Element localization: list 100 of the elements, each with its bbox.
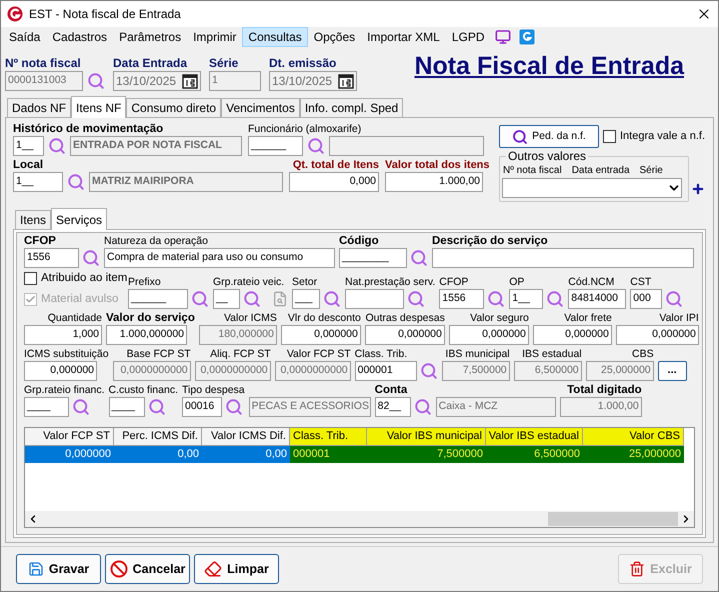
input-field[interactable]: 0,000000	[448, 324, 529, 344]
column-header[interactable]: Perc. ICMS Dif.	[114, 428, 202, 446]
input-field[interactable]	[329, 136, 484, 156]
search-icon[interactable]	[665, 290, 684, 308]
search-icon[interactable]	[48, 137, 66, 155]
tab[interactable]: Vencimentos	[221, 98, 300, 117]
input-field[interactable]: 1__	[13, 172, 63, 192]
input-field[interactable]: ____	[108, 396, 145, 416]
more-button[interactable]: ...	[658, 360, 687, 380]
search-icon[interactable]	[243, 290, 261, 308]
input-field[interactable]	[345, 288, 404, 308]
ped-button[interactable]: Ped. da n.f.	[499, 125, 599, 148]
app-icon[interactable]	[518, 29, 535, 45]
tab[interactable]: Info. compl. Sped	[300, 98, 404, 117]
column-header[interactable]: Valor IBS municipal	[367, 428, 486, 446]
add-icon[interactable]	[691, 182, 705, 196]
search-icon[interactable]	[67, 173, 85, 191]
input-field[interactable]: 1556	[439, 288, 484, 308]
input-field[interactable]: 0,000	[289, 172, 379, 192]
app-logo-icon	[7, 6, 23, 22]
menu-item[interactable]: Cadastros	[46, 27, 114, 47]
search-icon[interactable]	[225, 398, 243, 416]
input-field[interactable]: 0,000000	[24, 360, 97, 380]
field-label: ICMS substituição	[24, 346, 109, 360]
tab[interactable]: Consumo direto	[126, 98, 222, 117]
input-field[interactable]: ______	[128, 288, 188, 308]
field-label: CST	[630, 274, 652, 288]
search-icon[interactable]	[72, 398, 90, 416]
input-field[interactable]: __	[213, 288, 240, 308]
input-field[interactable]: ______	[248, 136, 303, 156]
menu-item[interactable]: Imprimir	[187, 27, 242, 47]
input-field[interactable]: 000	[630, 288, 662, 308]
input-field[interactable]: 1__	[509, 288, 544, 308]
monitor-icon[interactable]	[494, 29, 511, 45]
field-label: Funcionário (almoxarife)	[248, 122, 362, 136]
dropdown[interactable]	[502, 178, 682, 198]
tab[interactable]: Itens NF	[71, 96, 126, 118]
field-label: Valor total dos itens	[385, 158, 490, 172]
input-field[interactable]: 000001	[354, 360, 417, 380]
search-icon[interactable]	[420, 362, 438, 380]
input-field[interactable]: Compra de material para uso ou consumo	[104, 248, 335, 268]
input-field[interactable]: MATRIZ MAIRIPORA	[89, 172, 283, 192]
scrollbar[interactable]	[25, 511, 694, 527]
checkbox[interactable]	[603, 130, 616, 143]
field-label: Data Entrada	[113, 56, 188, 71]
field-label: C.custo financ.	[108, 382, 178, 396]
input-field[interactable]: ___	[292, 288, 320, 308]
column-header[interactable]: Valor ICMS Dif.	[202, 428, 290, 446]
input-field[interactable]: 82__	[374, 396, 411, 416]
search-icon[interactable]	[191, 290, 209, 308]
field-label: CBS	[631, 346, 654, 360]
tab[interactable]: Dados NF	[7, 98, 72, 117]
input-field[interactable]: 0,000000	[364, 324, 445, 344]
input-field[interactable]: 1.000,000000	[106, 324, 187, 344]
search-icon[interactable]	[87, 72, 105, 90]
menu-item[interactable]: Consultas	[242, 27, 308, 47]
search-icon[interactable]	[323, 290, 341, 308]
search-icon[interactable]	[487, 290, 506, 308]
table-row[interactable]: 0,000000 0,00 0,00 000001 7,500000 6,500000 25,000000	[25, 446, 694, 462]
clear-button[interactable]: Limpar	[194, 554, 279, 584]
cancel-button[interactable]: Cancelar	[105, 554, 190, 584]
search-icon[interactable]	[546, 290, 564, 308]
input-field[interactable]: 1,000	[24, 324, 102, 344]
menu-item[interactable]: Opções	[308, 27, 362, 47]
search-icon[interactable]	[414, 398, 432, 416]
field-label: IBS estadual	[521, 346, 582, 360]
search-icon[interactable]	[148, 398, 166, 416]
input-field[interactable]: 0,000000	[616, 324, 699, 344]
field-label: Valor seguro	[469, 310, 529, 324]
input-field[interactable]: 1556	[24, 248, 79, 268]
input-field[interactable]	[432, 248, 694, 268]
input-field[interactable]: ________	[339, 248, 407, 268]
column-header[interactable]: Valor CBS	[583, 428, 684, 446]
input-field[interactable]: 1__	[13, 136, 44, 156]
field-label: Outras despesas	[364, 310, 445, 324]
menu-item[interactable]: Importar XML	[361, 27, 446, 47]
menu-item[interactable]: LGPD	[446, 27, 491, 47]
tab[interactable]: Serviços	[51, 208, 108, 230]
input-field[interactable]: 0,000000	[532, 324, 612, 344]
search-icon[interactable]	[82, 249, 100, 267]
column-header[interactable]: Valor FCP ST	[25, 428, 114, 446]
input-field[interactable]: 0,000000	[280, 324, 361, 344]
field-label: Cód.NCM	[568, 274, 616, 288]
input-field[interactable]: ENTRADA POR NOTA FISCAL	[70, 136, 242, 156]
tab[interactable]: Itens	[15, 210, 52, 229]
input-field[interactable]: 84814000	[568, 288, 626, 308]
column-header[interactable]: Class. Trib.	[290, 428, 367, 446]
save-button[interactable]: Gravar	[16, 554, 101, 584]
input-field[interactable]: 00016	[182, 396, 222, 416]
search-icon[interactable]	[307, 137, 325, 155]
scroll-thumb[interactable]	[548, 512, 678, 526]
checkbox[interactable]	[24, 272, 37, 286]
column-header[interactable]: Valor IBS estadual	[486, 428, 583, 446]
search-icon[interactable]	[407, 290, 425, 308]
menu-item[interactable]: Saída	[3, 27, 46, 47]
menu-item[interactable]: Parâmetros	[113, 27, 188, 47]
search-icon[interactable]	[410, 249, 428, 267]
input-field[interactable]: 1.000,00	[385, 172, 483, 192]
field-label: Quantidade	[46, 310, 102, 324]
input-field[interactable]: ____	[24, 396, 69, 416]
